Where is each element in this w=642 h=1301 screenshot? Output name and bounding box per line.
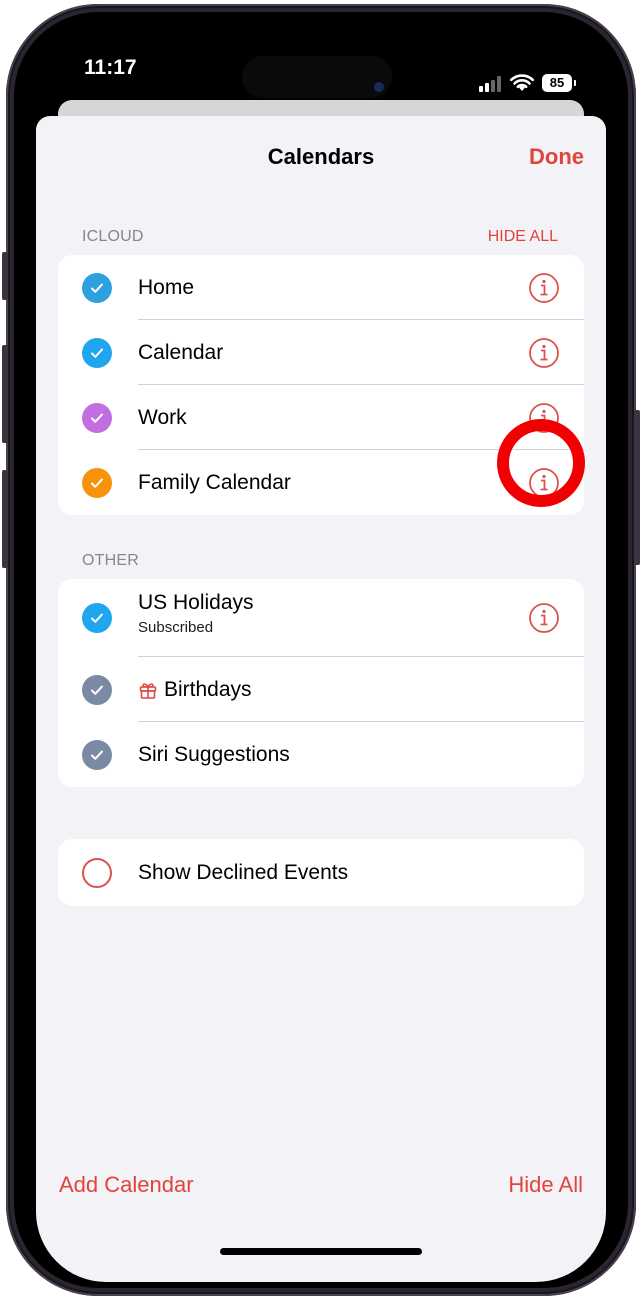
icloud-calendar-list: Home Calendar Work Family Calendar	[58, 255, 584, 515]
declined-events-group: Show Declined Events	[58, 839, 584, 906]
gift-icon	[139, 682, 157, 699]
checkmark-toggle[interactable]	[82, 402, 112, 433]
calendar-name: Family Calendar	[138, 470, 291, 494]
info-icon[interactable]	[528, 272, 560, 304]
calendar-row-birthdays[interactable]: Birthdays	[58, 657, 584, 722]
battery-tip	[574, 80, 576, 86]
hide-all-button[interactable]: Hide All	[508, 1172, 583, 1198]
calendars-sheet: Calendars Done ICLOUD HIDE ALL Home Cale…	[36, 116, 606, 1282]
info-icon[interactable]	[528, 402, 560, 434]
dynamic-island	[242, 56, 392, 98]
calendar-row-work[interactable]: Work	[58, 385, 584, 450]
screen: 11:17 85 Calendars Done ICLOUD HIDE ALL …	[36, 18, 606, 1282]
section-header-icloud: ICLOUD	[82, 228, 144, 245]
other-calendar-list: US Holidays Subscribed Birthdays Siri Su…	[58, 579, 584, 787]
status-time: 11:17	[84, 56, 137, 79]
home-indicator	[220, 1248, 422, 1255]
info-icon[interactable]	[528, 602, 560, 634]
info-icon[interactable]	[528, 337, 560, 369]
power-button	[634, 410, 640, 565]
checkmark-toggle[interactable]	[82, 337, 112, 368]
section-header-other: OTHER	[82, 552, 139, 569]
checkmark-icon	[91, 283, 103, 293]
calendar-row-siri-suggestions[interactable]: Siri Suggestions	[58, 722, 584, 787]
checkmark-icon	[91, 685, 103, 695]
calendar-row-us-holidays[interactable]: US Holidays Subscribed	[58, 579, 584, 657]
calendar-label-stack: US Holidays Subscribed	[138, 591, 254, 636]
front-camera	[374, 82, 384, 92]
calendar-name: Birthdays	[164, 677, 252, 701]
checkmark-toggle[interactable]	[82, 739, 112, 770]
checkmark-icon	[91, 348, 103, 358]
info-icon[interactable]	[528, 467, 560, 499]
calendar-row-family-calendar[interactable]: Family Calendar	[58, 450, 584, 515]
checkmark-icon	[91, 478, 103, 488]
add-calendar-button[interactable]: Add Calendar	[59, 1172, 194, 1198]
calendar-label: Birthdays	[138, 678, 252, 702]
show-declined-events-row[interactable]: Show Declined Events	[58, 839, 584, 906]
calendar-name: Siri Suggestions	[138, 742, 290, 766]
checkmark-icon	[91, 413, 103, 423]
calendar-name: Work	[138, 405, 187, 429]
action-button	[2, 252, 8, 300]
cellular-signal-icon	[479, 76, 505, 92]
checkmark-toggle[interactable]	[82, 674, 112, 705]
page-title: Calendars	[267, 144, 375, 169]
unchecked-toggle[interactable]	[82, 857, 112, 888]
calendar-name: Home	[138, 275, 195, 299]
calendar-name: Calendar	[138, 340, 224, 364]
checkmark-icon	[91, 750, 103, 760]
checkmark-toggle[interactable]	[82, 272, 112, 303]
checkmark-icon	[91, 613, 103, 623]
checkmark-toggle[interactable]	[82, 603, 112, 633]
calendar-name: US Holidays	[138, 591, 254, 614]
calendar-subtitle: Subscribed	[138, 619, 214, 636]
volume-down-button	[2, 470, 8, 568]
wifi-icon	[510, 74, 534, 91]
icloud-hide-all-button[interactable]: HIDE ALL	[488, 228, 558, 246]
checkmark-toggle[interactable]	[82, 467, 112, 498]
calendar-row-calendar[interactable]: Calendar	[58, 320, 584, 385]
done-button[interactable]: Done	[529, 144, 584, 170]
calendar-row-home[interactable]: Home	[58, 255, 584, 320]
show-declined-events-label: Show Declined Events	[138, 860, 349, 884]
volume-up-button	[2, 345, 8, 443]
battery-indicator: 85	[542, 74, 572, 92]
